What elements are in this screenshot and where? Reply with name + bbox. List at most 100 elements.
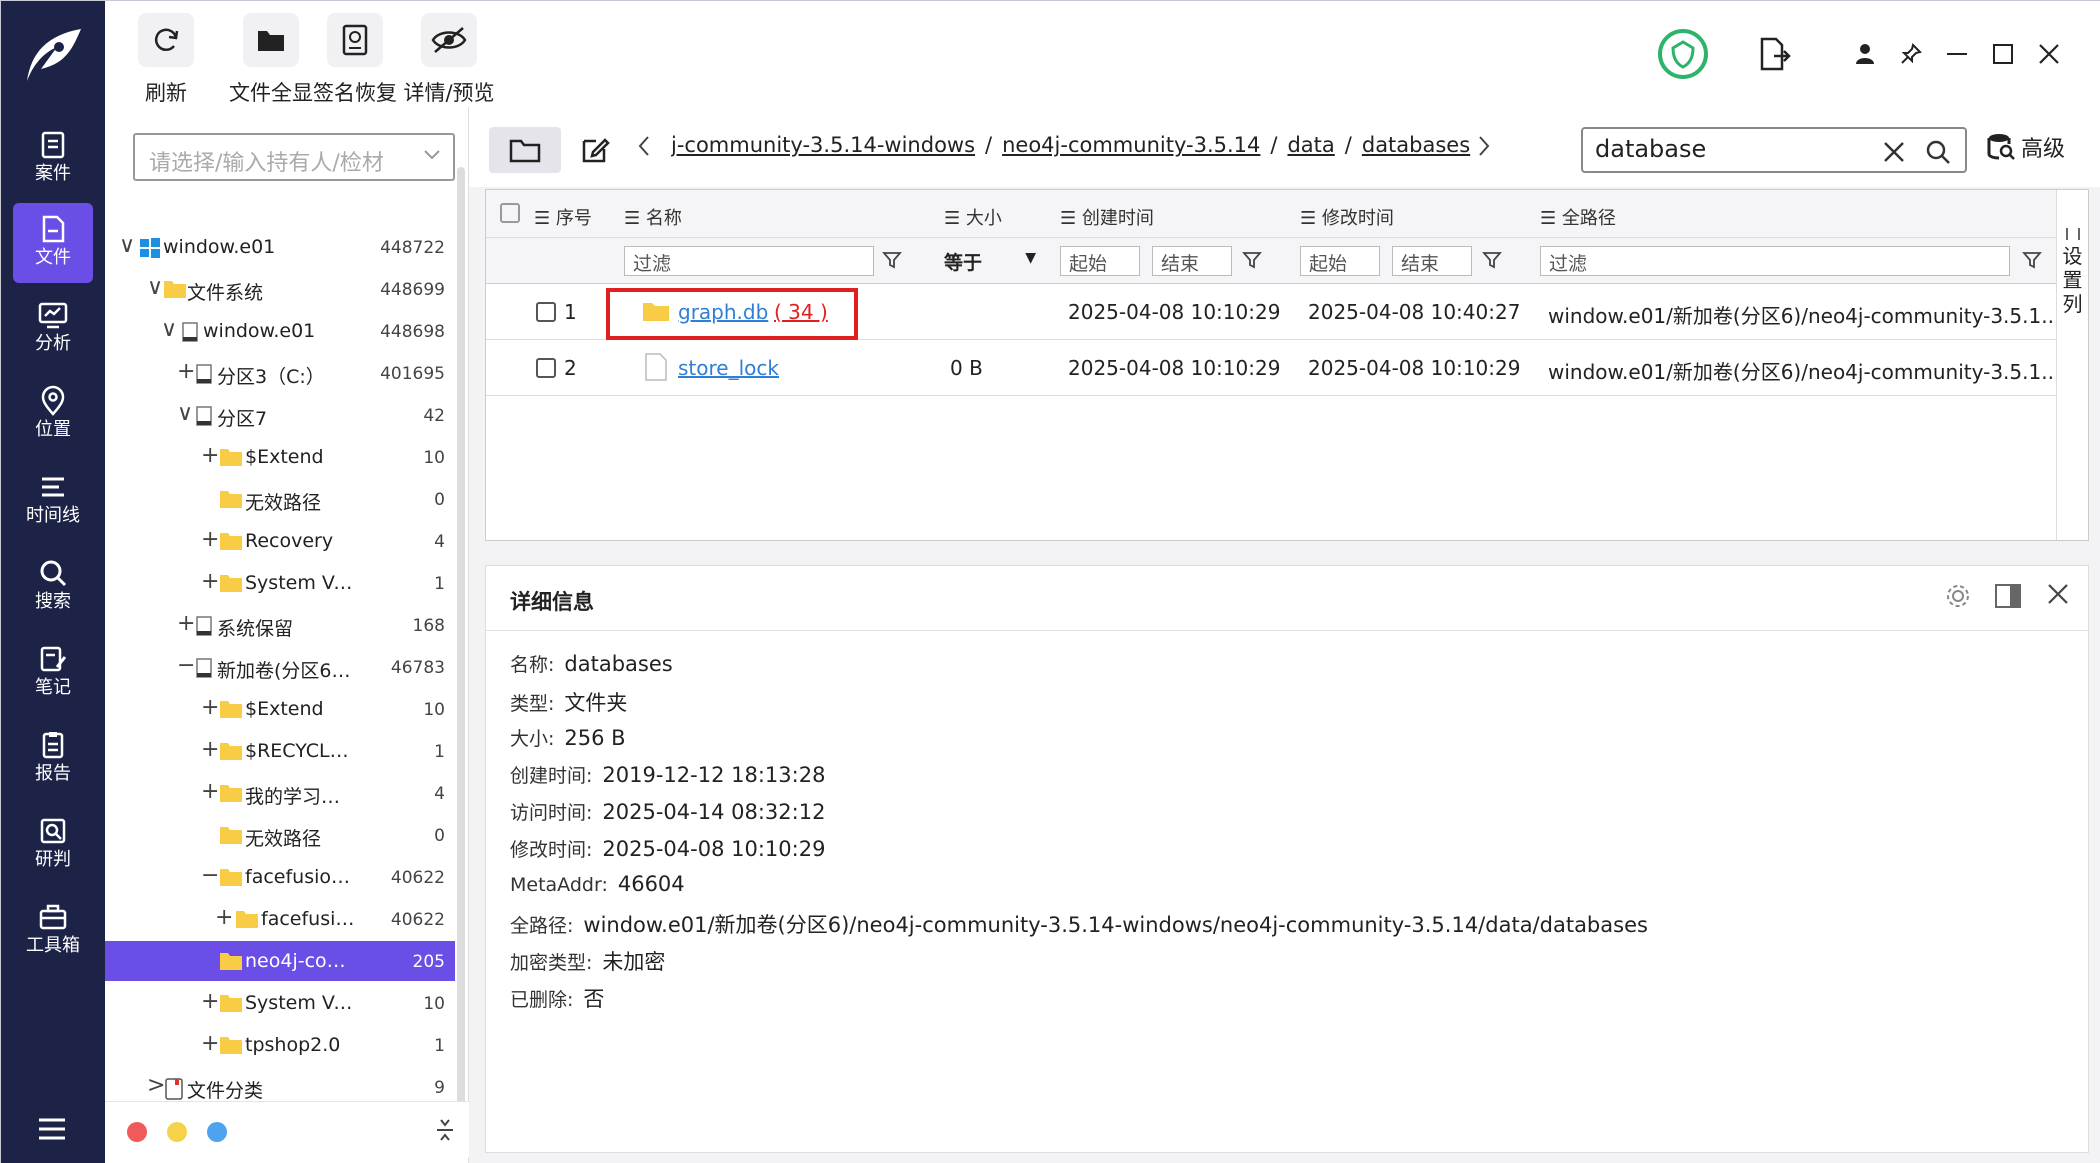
tree-scrollbar[interactable] — [457, 167, 465, 1147]
export-file-icon[interactable] — [1755, 1, 1795, 107]
maximize-icon[interactable] — [1983, 1, 2023, 107]
filter-icon[interactable] — [1482, 250, 1502, 270]
tree-item[interactable]: neo4j-commu... 205 — [105, 941, 455, 981]
nav-judge[interactable]: 研判 — [13, 805, 93, 885]
tree-toggle-icon[interactable]: ∨ — [147, 277, 163, 299]
row-checkbox[interactable] — [536, 302, 556, 322]
created-end-input[interactable]: 结束 — [1152, 246, 1232, 276]
tree-item[interactable]: + facefusion... 40622 — [105, 899, 455, 939]
row-checkbox[interactable] — [536, 358, 556, 378]
tree-item[interactable]: − 新加卷(分区6)... 46783 — [105, 647, 455, 687]
tree-toggle-icon[interactable]: + — [201, 739, 219, 761]
nav-toolbox[interactable]: 工具箱 — [13, 891, 93, 971]
nav-case[interactable]: 案件 — [13, 119, 93, 199]
detail-preview-button[interactable]: 详情/预览 — [401, 13, 497, 105]
col-modified[interactable]: ☰ 修改时间 — [1300, 204, 1394, 230]
col-created[interactable]: ☰ 创建时间 — [1060, 204, 1154, 230]
path-filter-input[interactable]: 过滤 — [1540, 246, 2010, 276]
signature-restore-button[interactable]: 签名恢复 — [309, 13, 401, 105]
user-icon[interactable] — [1845, 1, 1885, 107]
tree-item[interactable]: 无效路径 0 — [105, 815, 455, 855]
tree-toggle-icon[interactable]: + — [201, 781, 219, 803]
nav-search[interactable]: 搜索 — [13, 547, 93, 627]
tree-item[interactable]: + Recovery 4 — [105, 521, 455, 561]
tree-item[interactable]: + $Extend 10 — [105, 689, 455, 729]
col-size[interactable]: ☰ 大小 — [944, 204, 1002, 230]
search-input[interactable]: database — [1581, 127, 1967, 173]
filter-icon[interactable] — [1242, 250, 1262, 270]
search-icon[interactable] — [1925, 139, 1951, 165]
tree-toggle-icon[interactable]: ∨ — [161, 319, 177, 341]
collapse-all-icon[interactable] — [435, 1116, 455, 1144]
tree-item[interactable]: + 我的学习笔记 4 — [105, 773, 455, 813]
refresh-button[interactable]: 刷新 — [135, 13, 197, 105]
tree-toggle-icon[interactable]: ∨ — [177, 403, 193, 425]
breadcrumb-item[interactable]: neo4j-community-3.5.14 — [1002, 133, 1260, 157]
tree-toggle-icon[interactable]: + — [201, 571, 219, 593]
modified-end-input[interactable]: 结束 — [1392, 246, 1472, 276]
tree-item[interactable]: + tpshop2.0 1 — [105, 1025, 455, 1065]
red-tag-dot[interactable] — [127, 1122, 147, 1142]
tree-toggle-icon[interactable]: + — [215, 907, 233, 929]
advanced-search-button[interactable]: 高级 — [1987, 131, 2065, 163]
tree-toggle-icon[interactable]: ∨ — [119, 235, 135, 257]
tree-item[interactable]: ∨ 文件系统 448699 — [105, 269, 455, 309]
breadcrumb-item[interactable]: databases — [1362, 133, 1470, 157]
tree-toggle-icon[interactable]: + — [177, 613, 195, 635]
tree-item[interactable]: + $Extend 10 — [105, 437, 455, 477]
file-name-link[interactable]: store_lock — [678, 356, 779, 380]
col-fullpath[interactable]: ☰ 全路径 — [1540, 204, 1616, 230]
edit-path-button[interactable] — [573, 127, 617, 173]
hamburger-menu-icon[interactable] — [37, 1117, 67, 1141]
tree-toggle-icon[interactable]: + — [201, 991, 219, 1013]
created-start-input[interactable]: 起始 — [1060, 246, 1140, 276]
yellow-tag-dot[interactable] — [167, 1122, 187, 1142]
tree-toggle-icon[interactable]: − — [177, 655, 195, 677]
nav-file[interactable]: 文件 — [13, 203, 93, 283]
tree-item[interactable]: + 分区3（C:） 401695 — [105, 353, 455, 393]
tree-item[interactable]: ∨ window.e01 448698 — [105, 311, 455, 351]
tree-item[interactable]: + $RECYCLE.BIN 1 — [105, 731, 455, 771]
blue-tag-dot[interactable] — [207, 1122, 227, 1142]
table-row[interactable]: 2 store_lock 0 B 2025-04-08 10:10:29 202… — [486, 340, 2060, 396]
nav-note[interactable]: 笔记 — [13, 633, 93, 713]
tree-item[interactable]: 无效路径 0 — [105, 479, 455, 519]
size-operator-select[interactable]: 等于 ▼ — [944, 248, 1040, 275]
chevron-right-icon[interactable] — [1477, 135, 1491, 157]
tree-item[interactable]: + 系统保留 168 — [105, 605, 455, 645]
column-settings-tab[interactable]: 设置列 — [2056, 190, 2088, 540]
select-all-checkbox[interactable] — [500, 203, 520, 223]
file-name-link[interactable]: graph.db — [678, 300, 768, 324]
minimize-icon[interactable] — [1937, 1, 1977, 107]
nav-analysis[interactable]: 分析 — [13, 289, 93, 369]
split-view-icon[interactable] — [1994, 582, 2022, 610]
modified-start-input[interactable]: 起始 — [1300, 246, 1380, 276]
tree-toggle-icon[interactable]: + — [201, 529, 219, 551]
tree-toggle-icon[interactable]: > — [147, 1075, 165, 1097]
pin-icon[interactable] — [1891, 1, 1931, 107]
table-row[interactable]: 1 graph.db ( 34 ) 2025-04-08 10:10:29 20… — [486, 284, 2060, 340]
close-icon[interactable] — [2029, 1, 2069, 107]
clear-icon[interactable] — [1883, 141, 1905, 163]
breadcrumb-item[interactable]: data — [1287, 133, 1334, 157]
filter-icon[interactable] — [882, 250, 902, 270]
col-index[interactable]: ☰ 序号 — [534, 204, 592, 230]
breadcrumb-item[interactable]: j-community-3.5.14-windows — [671, 133, 975, 157]
tree-toggle-icon[interactable]: − — [201, 865, 219, 887]
nav-report[interactable]: 报告 — [13, 719, 93, 799]
tree-item[interactable]: + System Volume ... 1 — [105, 563, 455, 603]
folder-view-button[interactable] — [489, 127, 561, 173]
tree-toggle-icon[interactable]: + — [201, 697, 219, 719]
owner-select[interactable]: 请选择/输入持有人/检材 — [133, 133, 455, 181]
col-name[interactable]: ☰ 名称 — [624, 204, 682, 230]
name-filter-input[interactable]: 过滤 — [624, 246, 874, 276]
tree-toggle-icon[interactable]: + — [201, 445, 219, 467]
chevron-left-icon[interactable] — [637, 135, 651, 157]
status-shield-icon[interactable] — [1655, 1, 1711, 107]
nav-timeline[interactable]: 时间线 — [13, 461, 93, 541]
filter-icon[interactable] — [2022, 250, 2042, 270]
close-panel-icon[interactable] — [2046, 582, 2070, 606]
tree-toggle-icon[interactable]: + — [201, 1033, 219, 1055]
tree-item[interactable]: − facefusion ... 40622 — [105, 857, 455, 897]
tree-item[interactable]: ∨ 分区7 42 — [105, 395, 455, 435]
